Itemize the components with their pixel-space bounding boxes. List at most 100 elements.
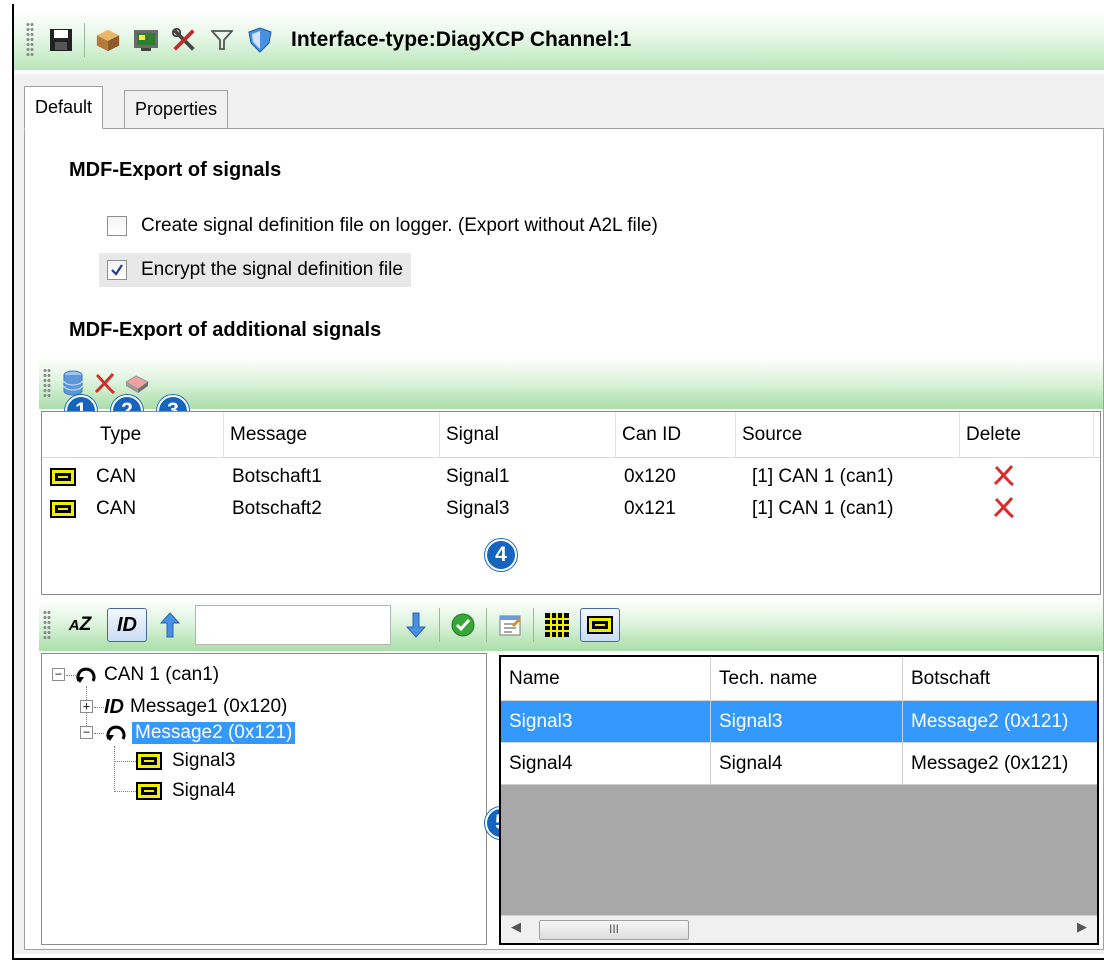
scroll-left-icon[interactable]: ◀	[511, 919, 521, 935]
scroll-right-icon[interactable]: ▶	[1077, 919, 1087, 935]
encrypt-option[interactable]: Encrypt the signal definition file	[99, 253, 411, 287]
list-cell-name: Signal4	[501, 743, 711, 784]
tree-node-signal4[interactable]: Signal4	[136, 776, 235, 806]
col-can-id[interactable]: Can ID	[616, 412, 736, 458]
id-toggle-button[interactable]: ID	[107, 608, 147, 642]
database-icon[interactable]	[60, 370, 86, 396]
shield-icon[interactable]	[247, 27, 273, 53]
toolbar-grip[interactable]	[43, 368, 51, 398]
signal-icon	[50, 500, 76, 518]
id-icon: ID	[104, 695, 124, 718]
tree-node-message2[interactable]: Message2 (0x121)	[104, 718, 296, 748]
signal-search-input[interactable]	[195, 605, 391, 645]
monitor-icon[interactable]	[133, 27, 159, 53]
row-can-id: 0x120	[624, 466, 676, 487]
tree-label: Signal4	[172, 780, 236, 801]
package-icon[interactable]	[95, 27, 121, 53]
signal-browser-toolbar: AZ ID	[39, 599, 1103, 651]
additional-signals-title: MDF-Export of additional signals	[69, 319, 382, 341]
row-signal: Signal3	[446, 498, 510, 519]
badge-4: 4	[485, 539, 517, 571]
toolbar-grip[interactable]	[26, 22, 34, 58]
list-cell-name: Signal3	[501, 701, 711, 742]
scroll-thumb[interactable]: III	[539, 920, 689, 940]
row-delete-icon[interactable]	[992, 492, 1016, 522]
window-frame: Interface-type:DiagXCP Channel:1 Default…	[12, 4, 1104, 960]
tab-default[interactable]: Default	[24, 86, 104, 129]
row-signal: Signal1	[446, 466, 510, 487]
row-type: CAN	[96, 466, 137, 487]
tree-node-can1[interactable]: CAN 1 (can1)	[74, 660, 219, 690]
row-type: CAN	[96, 498, 137, 519]
signal-tree: − CAN 1 (can1) + ID Message1 (0x120) − M…	[41, 653, 487, 945]
row-message: Botschaft1	[232, 466, 322, 487]
list-header: Name Tech. name Botschaft	[501, 657, 1097, 701]
row-source: [1] CAN 1 (can1)	[752, 466, 894, 487]
apply-check-icon[interactable]	[450, 612, 476, 638]
signal-icon	[136, 782, 162, 800]
col-signal[interactable]: Signal	[440, 412, 616, 458]
signal-icon	[136, 752, 162, 770]
tree-label: Message2 (0x121)	[132, 722, 296, 744]
toolbar-separator	[84, 23, 85, 57]
tab-properties[interactable]: Properties	[124, 90, 229, 128]
sort-az-icon[interactable]: AZ	[63, 612, 97, 638]
row-can-id: 0x121	[624, 498, 676, 519]
collapse-icon[interactable]: −	[52, 668, 65, 681]
encrypt-label: Encrypt the signal definition file	[141, 259, 403, 280]
horizontal-scrollbar[interactable]: ◀ III ▶	[501, 915, 1097, 943]
toolbar-separator	[486, 608, 487, 642]
properties-icon[interactable]	[497, 612, 523, 638]
tree-label: Message1 (0x120)	[130, 696, 288, 717]
arrow-down-icon[interactable]	[403, 612, 429, 638]
row-source: [1] CAN 1 (can1)	[752, 498, 894, 519]
delete-icon[interactable]	[92, 370, 118, 396]
col-delete[interactable]: Delete	[960, 412, 1094, 458]
tree-label: Signal3	[172, 750, 236, 771]
list-row[interactable]: Signal4 Signal4 Message2 (0x121)	[501, 743, 1097, 785]
expand-icon[interactable]: +	[80, 700, 93, 713]
row-message: Botschaft2	[232, 498, 322, 519]
list-cell-tech: Signal3	[711, 701, 903, 742]
eraser-icon[interactable]	[124, 370, 150, 396]
col-name[interactable]: Name	[501, 657, 711, 700]
window-title: Interface-type:DiagXCP Channel:1	[291, 28, 632, 51]
signal-list: Name Tech. name Botschaft Signal3 Signal…	[499, 655, 1099, 945]
additional-signals-table: Type Message Signal Can ID Source Delete…	[41, 411, 1101, 595]
filter-icon[interactable]	[209, 27, 235, 53]
tree-label: CAN 1 (can1)	[104, 664, 220, 685]
toolbar-separator	[439, 608, 440, 642]
list-cell-message: Message2 (0x121)	[903, 743, 1097, 784]
create-definition-option[interactable]: Create signal definition file on logger.…	[99, 209, 666, 243]
main-toolbar: Interface-type:DiagXCP Channel:1	[14, 10, 1104, 70]
toolbar-separator	[533, 608, 534, 642]
col-tech-name[interactable]: Tech. name	[711, 657, 903, 700]
mdf-export-title: MDF-Export of signals	[69, 159, 282, 181]
row-delete-icon[interactable]	[992, 460, 1016, 490]
tools-icon[interactable]	[171, 27, 197, 53]
table-header: Type Message Signal Can ID Source Delete	[42, 412, 1100, 458]
col-botschaft[interactable]: Botschaft	[903, 657, 1097, 700]
can-loop-icon	[106, 725, 126, 741]
signal-icon	[587, 616, 613, 634]
toolbar-grip[interactable]	[43, 610, 51, 640]
col-message[interactable]: Message	[224, 412, 440, 458]
signal-icon	[50, 468, 76, 486]
arrow-up-icon[interactable]	[157, 612, 183, 638]
tab-content-default: MDF-Export of signals Create signal defi…	[24, 128, 1104, 950]
collapse-icon[interactable]: −	[80, 726, 93, 739]
create-definition-label: Create signal definition file on logger.…	[141, 215, 658, 236]
tab-area: Default Properties MDF-Export of signals…	[14, 74, 1104, 954]
save-icon[interactable]	[48, 27, 74, 53]
list-cell-tech: Signal4	[711, 743, 903, 784]
list-row[interactable]: Signal3 Signal3 Message2 (0x121)	[501, 701, 1097, 743]
encrypt-checkbox[interactable]	[107, 260, 127, 280]
list-cell-message: Message2 (0x121)	[903, 701, 1097, 742]
col-type[interactable]: Type	[94, 412, 224, 458]
grid-view-icon[interactable]	[544, 612, 570, 638]
tree-node-signal3[interactable]: Signal3	[136, 746, 235, 776]
create-definition-checkbox[interactable]	[107, 216, 127, 236]
col-source[interactable]: Source	[736, 412, 960, 458]
signal-view-button[interactable]	[580, 608, 620, 642]
checkmark-icon	[111, 264, 123, 276]
